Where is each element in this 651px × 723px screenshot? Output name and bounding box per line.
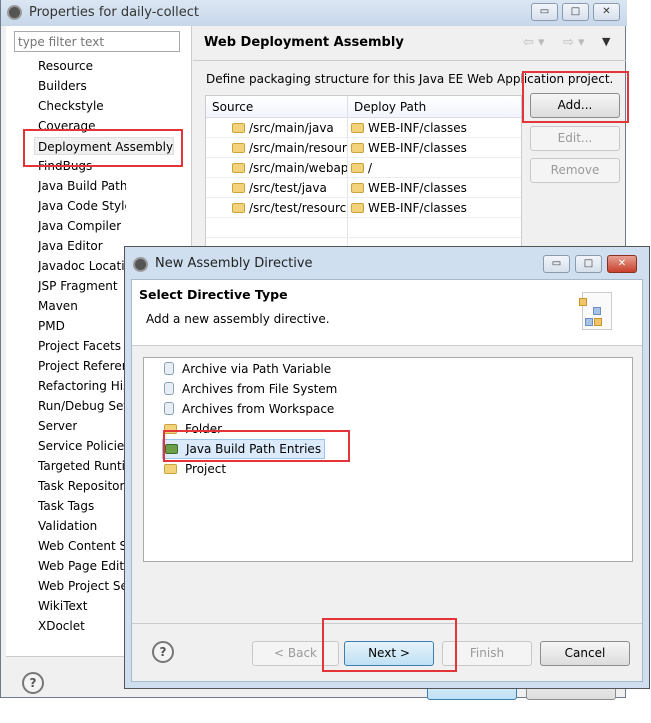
- source-cell: /src/main/java: [249, 121, 334, 135]
- folder-icon: [351, 183, 364, 193]
- dialog-heading: Select Directive Type: [139, 287, 288, 302]
- dialog-header: Select Directive Type Add a new assembly…: [132, 280, 642, 346]
- directive-item[interactable]: Project: [164, 459, 226, 479]
- remove-button[interactable]: Remove: [530, 158, 620, 183]
- column-header-source[interactable]: Source: [206, 96, 348, 118]
- dialog-help-icon[interactable]: ?: [152, 641, 174, 663]
- window-title: Properties for daily-collect: [29, 5, 200, 20]
- view-menu-icon[interactable]: ▼: [602, 35, 610, 48]
- source-cell: /src/main/webapp: [249, 161, 347, 175]
- deploy-path-cell: WEB-INF/classes: [368, 181, 467, 195]
- nav-item[interactable]: Refactoring History: [38, 377, 126, 395]
- nav-item[interactable]: Targeted Runtimes: [38, 457, 126, 475]
- folder-icon: [232, 143, 245, 153]
- nav-item[interactable]: Java Build Path: [38, 177, 126, 195]
- back-nav-icon[interactable]: ⇦ ▾: [523, 35, 545, 50]
- nav-item[interactable]: Maven: [38, 297, 78, 315]
- folder-icon: [232, 203, 245, 213]
- directive-label: Archives from File System: [182, 382, 338, 396]
- folder-icon: [232, 163, 245, 173]
- highlight-add-button: [522, 71, 629, 123]
- dialog-title: New Assembly Directive: [155, 256, 313, 271]
- deploy-path-cell: /: [368, 161, 373, 175]
- highlight-java-build-path-entries: [163, 430, 350, 462]
- app-icon: [133, 257, 148, 272]
- nav-item[interactable]: Service Policies: [38, 437, 126, 455]
- archive-icon: [164, 362, 174, 375]
- nav-item[interactable]: Checkstyle: [38, 97, 104, 115]
- dialog-close-button[interactable]: ✕: [607, 255, 637, 273]
- nav-item[interactable]: Java Compiler: [38, 217, 121, 235]
- directive-item[interactable]: Archives from File System: [164, 379, 337, 399]
- nav-item[interactable]: Task Repository: [38, 477, 126, 495]
- nav-item[interactable]: Resource: [38, 57, 93, 75]
- folder-icon: [232, 183, 245, 193]
- nav-item[interactable]: Web Page Editor: [38, 557, 126, 575]
- column-header-deploy-path[interactable]: Deploy Path: [348, 96, 521, 118]
- nav-item[interactable]: XDoclet: [38, 617, 85, 635]
- assembly-table[interactable]: Source Deploy Path /src/main/java WEB-INF…: [205, 95, 522, 247]
- wizard-banner-icon: [579, 292, 612, 330]
- nav-item[interactable]: Project References: [38, 357, 126, 375]
- nav-item[interactable]: WikiText: [38, 597, 88, 615]
- nav-item[interactable]: Task Tags: [38, 497, 94, 515]
- folder-icon: [351, 163, 364, 173]
- folder-icon: [351, 143, 364, 153]
- filter-input[interactable]: [14, 31, 180, 52]
- source-cell: /src/test/java: [249, 181, 327, 195]
- table-row[interactable]: /src/test/resources WEB-INF/classes: [206, 198, 521, 218]
- nav-item[interactable]: Web Content Settings: [38, 537, 126, 555]
- table-row[interactable]: /src/main/webapp /: [206, 158, 521, 178]
- nav-item[interactable]: PMD: [38, 317, 65, 335]
- dialog-subtitle: Add a new assembly directive.: [146, 312, 330, 326]
- nav-item[interactable]: Project Facets: [38, 337, 121, 355]
- folder-icon: [351, 203, 364, 213]
- minimize-button[interactable]: ▭: [531, 3, 558, 21]
- nav-item[interactable]: Java Code Style: [38, 197, 126, 215]
- folder-icon: [232, 123, 245, 133]
- folder-icon: [351, 123, 364, 133]
- nav-item[interactable]: Run/Debug Settings: [38, 397, 126, 415]
- maximize-button[interactable]: □: [562, 3, 589, 21]
- source-cell: /src/main/resources: [249, 141, 347, 155]
- help-icon[interactable]: ?: [22, 672, 44, 694]
- cancel-button[interactable]: Cancel: [540, 641, 630, 666]
- nav-item[interactable]: JSP Fragment: [38, 277, 118, 295]
- edit-button[interactable]: Edit...: [530, 126, 620, 151]
- archive-icon: [164, 402, 174, 415]
- directive-label: Archive via Path Variable: [182, 362, 332, 376]
- forward-nav-icon[interactable]: ⇨ ▾: [563, 35, 585, 50]
- table-row[interactable]: /src/main/resources WEB-INF/classes: [206, 138, 521, 158]
- directive-label: Project: [185, 462, 227, 476]
- highlight-next-button: [322, 618, 457, 672]
- nav-item[interactable]: Web Project Settings: [38, 577, 126, 595]
- nav-item[interactable]: Javadoc Location: [38, 257, 126, 275]
- project-icon: [164, 464, 177, 474]
- deploy-path-cell: WEB-INF/classes: [368, 201, 467, 215]
- title-bar: Properties for daily-collect ▭ □ ✕: [1, 0, 627, 26]
- dialog-maximize-button[interactable]: □: [575, 255, 602, 273]
- table-row[interactable]: /src/main/java WEB-INF/classes: [206, 118, 521, 138]
- directive-item[interactable]: Archive via Path Variable: [164, 359, 331, 379]
- highlight-deployment-assembly: [23, 129, 183, 167]
- nav-item[interactable]: Builders: [38, 77, 87, 95]
- close-button[interactable]: ✕: [593, 3, 620, 21]
- archive-icon: [164, 382, 174, 395]
- directive-item[interactable]: Archives from Workspace: [164, 399, 334, 419]
- nav-item[interactable]: Java Editor: [38, 237, 103, 255]
- deploy-path-cell: WEB-INF/classes: [368, 121, 467, 135]
- divider: [193, 60, 626, 61]
- app-icon: [7, 5, 22, 20]
- dialog-minimize-button[interactable]: ▭: [543, 255, 570, 273]
- nav-item[interactable]: Validation: [38, 517, 97, 535]
- directive-label: Archives from Workspace: [182, 402, 335, 416]
- deploy-path-cell: WEB-INF/classes: [368, 141, 467, 155]
- page-title: Web Deployment Assembly: [204, 35, 404, 50]
- nav-item[interactable]: Server: [38, 417, 77, 435]
- empty-row: [206, 218, 521, 238]
- table-row[interactable]: /src/test/java WEB-INF/classes: [206, 178, 521, 198]
- source-cell: /src/test/resources: [249, 201, 347, 215]
